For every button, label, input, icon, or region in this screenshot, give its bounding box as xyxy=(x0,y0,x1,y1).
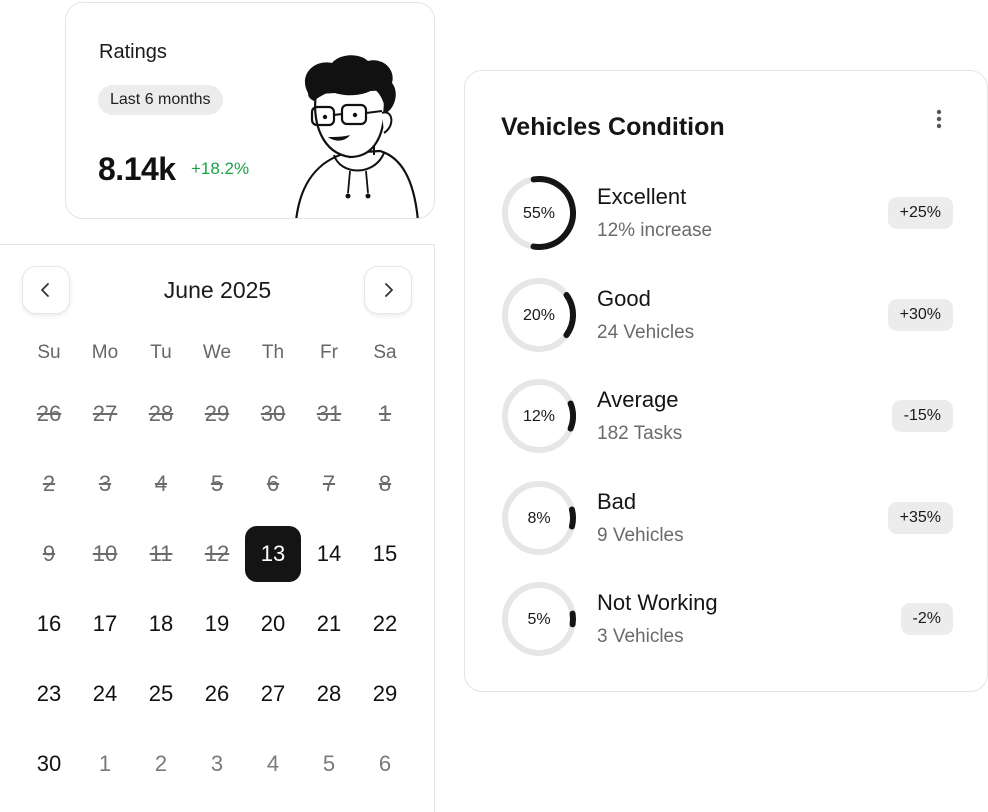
condition-row: 55% Excellent 12% increase +25% xyxy=(465,173,987,255)
calendar-day[interactable]: 22 xyxy=(357,596,413,652)
calendar-day[interactable]: 31 xyxy=(301,386,357,442)
condition-subtitle: 182 Tasks xyxy=(597,423,683,444)
condition-subtitle: 24 Vehicles xyxy=(597,322,695,343)
calendar-day[interactable]: 26 xyxy=(21,386,77,442)
change-badge: +35% xyxy=(887,502,953,534)
change-badge: +25% xyxy=(887,197,953,229)
condition-subtitle: 12% increase xyxy=(597,220,713,241)
next-month-button[interactable] xyxy=(364,266,412,314)
calendar-day[interactable]: 24 xyxy=(77,666,133,722)
calendar-day[interactable]: 7 xyxy=(301,456,357,512)
calendar-day[interactable]: 27 xyxy=(245,666,301,722)
calendar-day[interactable]: 20 xyxy=(245,596,301,652)
calendar-day[interactable]: 4 xyxy=(133,456,189,512)
calendar-day[interactable]: 3 xyxy=(189,736,245,792)
weekday-label: Th xyxy=(261,342,285,363)
condition-donut: 12% xyxy=(502,379,576,453)
change-badge: -2% xyxy=(900,603,953,635)
calendar-day[interactable]: 16 xyxy=(21,596,77,652)
calendar-day[interactable]: 29 xyxy=(189,386,245,442)
calendar-day[interactable]: 10 xyxy=(77,526,133,582)
condition-row: 12% Average 182 Tasks -15% xyxy=(465,376,987,458)
ratings-change: +18.2% xyxy=(191,159,250,178)
donut-percent-label: 20% xyxy=(523,307,555,324)
condition-row: 20% Good 24 Vehicles +30% xyxy=(465,275,987,357)
weekday-label: We xyxy=(202,342,232,363)
calendar-day[interactable]: 6 xyxy=(357,736,413,792)
calendar-day[interactable]: 18 xyxy=(133,596,189,652)
change-badge: +30% xyxy=(887,299,953,331)
calendar-card: June 2025 Su Mo Tu We Th Fr Sa 26 27 28 29 30 31 1 2 3… xyxy=(0,244,435,812)
calendar-day[interactable]: 8 xyxy=(357,456,413,512)
vehicles-condition-title: Vehicles Condition xyxy=(501,113,725,141)
vehicles-condition-card: Vehicles Condition 55% Excellent 12% incre… xyxy=(464,70,988,692)
condition-name: Excellent xyxy=(597,184,687,209)
more-vertical-icon[interactable] xyxy=(929,107,949,131)
calendar-day[interactable]: 6 xyxy=(245,456,301,512)
calendar-day[interactable]: 11 xyxy=(133,526,189,582)
condition-name: Bad xyxy=(597,489,637,514)
calendar-day[interactable]: 9 xyxy=(21,526,77,582)
ratings-value: 8.14k xyxy=(98,151,176,187)
change-badge: -15% xyxy=(891,400,953,432)
calendar-day[interactable]: 5 xyxy=(301,736,357,792)
calendar-day[interactable]: 28 xyxy=(301,666,357,722)
calendar-day[interactable]: 21 xyxy=(301,596,357,652)
calendar-day[interactable]: 2 xyxy=(21,456,77,512)
calendar-day[interactable]: 30 xyxy=(21,736,77,792)
condition-name: Not Working xyxy=(597,590,718,615)
condition-row: 8% Bad 9 Vehicles +35% xyxy=(465,478,987,560)
ratings-title: Ratings xyxy=(99,41,167,63)
weekday-label: Su xyxy=(37,342,61,363)
avatar-illustration xyxy=(295,55,419,218)
calendar-day[interactable]: 2 xyxy=(133,736,189,792)
chevron-right-icon xyxy=(385,283,393,297)
calendar-day[interactable]: 26 xyxy=(189,666,245,722)
calendar-day[interactable]: 29 xyxy=(357,666,413,722)
weekday-label: Tu xyxy=(150,342,172,363)
period-filter-pill[interactable]: Last 6 months xyxy=(98,85,223,115)
calendar-day[interactable]: 5 xyxy=(189,456,245,512)
calendar-day[interactable]: 14 xyxy=(301,526,357,582)
calendar-day[interactable]: 12 xyxy=(189,526,245,582)
calendar-day[interactable]: 1 xyxy=(357,386,413,442)
calendar-day[interactable]: 1 xyxy=(77,736,133,792)
calendar-day[interactable]: 19 xyxy=(189,596,245,652)
calendar-day[interactable]: 17 xyxy=(77,596,133,652)
condition-donut: 55% xyxy=(502,175,576,250)
ratings-card: Ratings Last 6 months 8.14k +18.2% xyxy=(65,2,435,219)
weekday-header-row: Su Mo Tu We Th Fr Sa xyxy=(0,342,435,366)
calendar-day[interactable]: 3 xyxy=(77,456,133,512)
donut-percent-label: 12% xyxy=(523,408,555,425)
condition-subtitle: 3 Vehicles xyxy=(597,626,684,647)
condition-row: 5% Not Working 3 Vehicles -2% xyxy=(465,579,987,661)
calendar-day[interactable]: 23 xyxy=(21,666,77,722)
donut-percent-label: 55% xyxy=(523,205,555,222)
condition-name: Average xyxy=(597,387,679,412)
condition-subtitle: 9 Vehicles xyxy=(597,525,684,546)
calendar-day[interactable]: 30 xyxy=(245,386,301,442)
condition-donut: 5% xyxy=(502,582,576,656)
weekday-label: Fr xyxy=(320,342,338,363)
calendar-day-selected[interactable]: 13 xyxy=(245,526,301,582)
calendar-day[interactable]: 28 xyxy=(133,386,189,442)
condition-donut: 20% xyxy=(502,278,576,352)
weekday-label: Mo xyxy=(91,342,119,363)
calendar-day[interactable]: 25 xyxy=(133,666,189,722)
condition-name: Good xyxy=(597,286,651,311)
donut-percent-label: 5% xyxy=(527,611,550,628)
calendar-day[interactable]: 4 xyxy=(245,736,301,792)
calendar-day[interactable]: 27 xyxy=(77,386,133,442)
calendar-day[interactable]: 15 xyxy=(357,526,413,582)
weekday-label: Sa xyxy=(373,342,397,363)
condition-donut: 8% xyxy=(502,481,576,555)
donut-percent-label: 8% xyxy=(527,510,550,527)
